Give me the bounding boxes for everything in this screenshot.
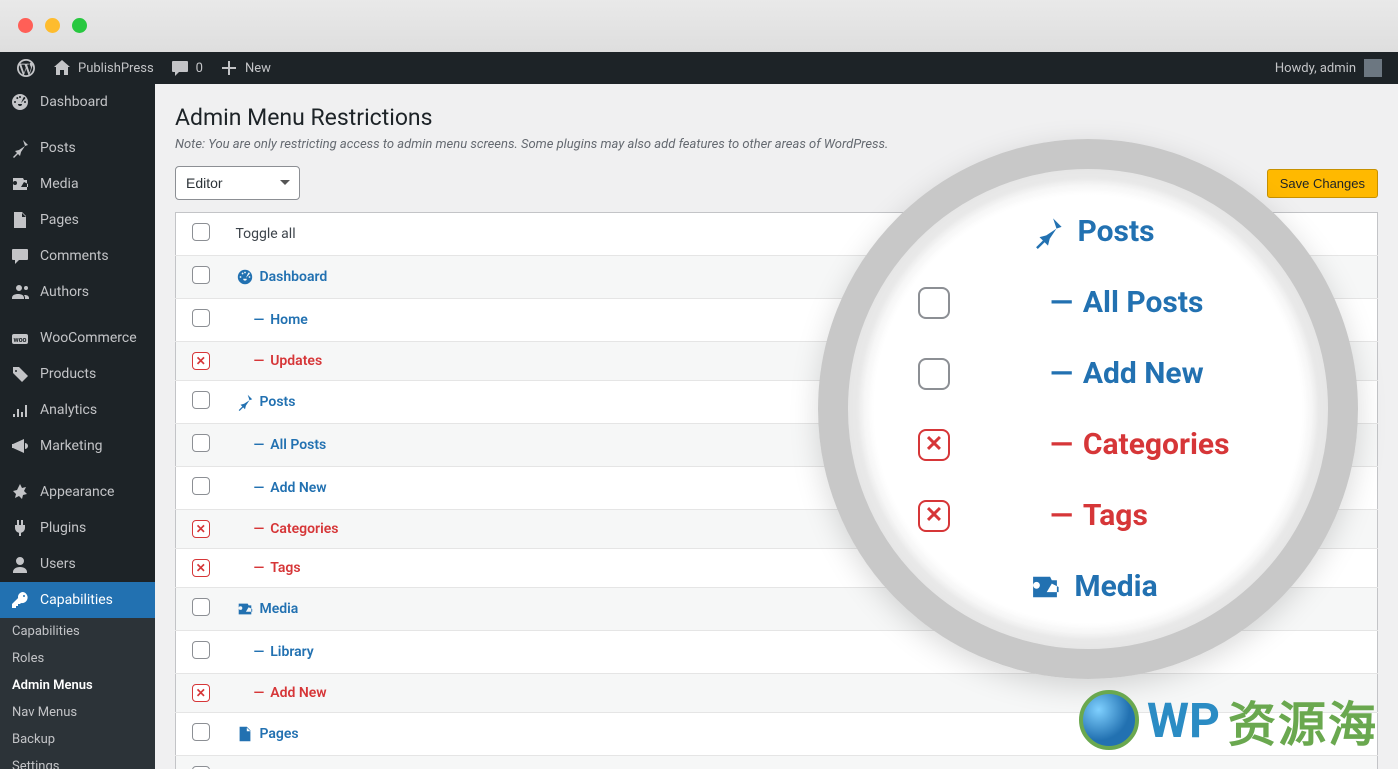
dashboard-icon — [10, 92, 30, 112]
media-icon — [236, 600, 254, 618]
mag-row: —Add New — [918, 338, 1268, 409]
sidebar-item-woocommerce[interactable]: WooCommerce — [0, 320, 155, 356]
restriction-row: — Add New — [176, 674, 1378, 713]
restriction-row: Pages — [176, 713, 1378, 756]
comment-icon — [170, 58, 190, 78]
restriction-checkbox[interactable] — [192, 559, 210, 577]
plus-icon — [219, 58, 239, 78]
mag-row: —All Posts — [918, 267, 1268, 338]
appearance-icon — [10, 482, 30, 502]
sidebar-item-products[interactable]: Products — [0, 356, 155, 392]
zoom-window-button[interactable] — [72, 18, 87, 33]
submenu-item-nav-menus[interactable]: Nav Menus — [0, 699, 155, 726]
wp-admin-bar: PublishPress 0 New Howdy, admin — [0, 52, 1398, 84]
woo-icon — [10, 328, 30, 348]
marketing-icon — [10, 436, 30, 456]
sidebar-item-dashboard[interactable]: Dashboard — [0, 84, 155, 120]
dashboard-icon — [236, 268, 254, 286]
restriction-checkbox[interactable] — [192, 641, 210, 659]
sidebar-item-appearance[interactable]: Appearance — [0, 474, 155, 510]
mag-checkbox[interactable] — [918, 429, 950, 461]
home-icon — [52, 58, 72, 78]
save-changes-button[interactable]: Save Changes — [1267, 169, 1378, 198]
submenu-item-roles[interactable]: Roles — [0, 645, 155, 672]
restriction-checkbox[interactable] — [192, 684, 210, 702]
comments-link[interactable]: 0 — [162, 52, 211, 84]
restriction-checkbox[interactable] — [192, 266, 210, 284]
restriction-checkbox[interactable] — [192, 309, 210, 327]
restriction-row: — All Pages — [176, 756, 1378, 769]
comments-count: 0 — [196, 61, 203, 76]
main-content: Admin Menu Restrictions Note: You are on… — [155, 84, 1398, 769]
page-icon — [10, 210, 30, 230]
mag-checkbox[interactable] — [918, 500, 950, 532]
page-title: Admin Menu Restrictions — [175, 104, 1378, 131]
howdy-text[interactable]: Howdy, admin — [1275, 61, 1356, 76]
pin-icon — [1031, 215, 1065, 249]
restriction-checkbox[interactable] — [192, 723, 210, 741]
sidebar-item-media[interactable]: Media — [0, 166, 155, 202]
restriction-checkbox[interactable] — [192, 391, 210, 409]
restriction-checkbox[interactable] — [192, 352, 210, 370]
restriction-checkbox[interactable] — [192, 520, 210, 538]
submenu-item-admin-menus[interactable]: Admin Menus — [0, 672, 155, 699]
analytics-icon — [10, 400, 30, 420]
authors-icon — [10, 282, 30, 302]
toggle-all-checkbox[interactable] — [192, 223, 210, 241]
sidebar-item-pages[interactable]: Pages — [0, 202, 155, 238]
users-icon — [10, 554, 30, 574]
toggle-all-label: Toggle all — [236, 226, 296, 242]
mag-header-posts: Posts — [918, 196, 1268, 267]
restriction-checkbox[interactable] — [192, 598, 210, 616]
sidebar-item-comments[interactable]: Comments — [0, 238, 155, 274]
sidebar-item-users[interactable]: Users — [0, 546, 155, 582]
plugins-icon — [10, 518, 30, 538]
macos-window-chrome — [0, 0, 1398, 52]
sidebar-item-capabilities[interactable]: Capabilities — [0, 582, 155, 618]
new-content-link[interactable]: New — [211, 52, 279, 84]
sidebar-item-posts[interactable]: Posts — [0, 130, 155, 166]
pin-icon — [10, 138, 30, 158]
sidebar-item-analytics[interactable]: Analytics — [0, 392, 155, 428]
sidebar-item-authors[interactable]: Authors — [0, 274, 155, 310]
wordpress-icon — [16, 58, 36, 78]
pin-icon — [236, 393, 254, 411]
mag-checkbox[interactable] — [918, 358, 950, 390]
site-name-link[interactable]: PublishPress — [44, 52, 162, 84]
close-window-button[interactable] — [18, 18, 33, 33]
row-label: — Add New — [236, 685, 1368, 701]
products-icon — [10, 364, 30, 384]
mag-row: —Tags — [918, 480, 1268, 551]
restriction-checkbox[interactable] — [192, 477, 210, 495]
submenu-item-settings[interactable]: Settings — [0, 753, 155, 769]
wp-logo-menu[interactable] — [8, 52, 44, 84]
mag-row: —Categories — [918, 409, 1268, 480]
magnifier-overlay: Posts —All Posts—Add New—Categories—Tags… — [818, 139, 1358, 679]
submenu-item-capabilities[interactable]: Capabilities — [0, 618, 155, 645]
site-name: PublishPress — [78, 61, 154, 76]
new-label: New — [245, 61, 271, 76]
mag-checkbox[interactable] — [918, 287, 950, 319]
sidebar-item-plugins[interactable]: Plugins — [0, 510, 155, 546]
submenu-item-backup[interactable]: Backup — [0, 726, 155, 753]
page-note: Note: You are only restricting access to… — [175, 137, 1378, 152]
minimize-window-button[interactable] — [45, 18, 60, 33]
media-icon — [1028, 570, 1062, 604]
media-icon — [10, 174, 30, 194]
page-icon — [236, 725, 254, 743]
admin-sidebar: Dashboard PostsMediaPagesCommentsAuthors W… — [0, 84, 155, 769]
role-select[interactable]: Editor — [175, 166, 300, 200]
row-label: Pages — [236, 725, 1368, 743]
mag-footer-media: Media — [918, 551, 1268, 622]
avatar[interactable] — [1364, 59, 1382, 77]
key-icon — [10, 590, 30, 610]
sidebar-item-marketing[interactable]: Marketing — [0, 428, 155, 464]
comment-icon — [10, 246, 30, 266]
restriction-checkbox[interactable] — [192, 434, 210, 452]
